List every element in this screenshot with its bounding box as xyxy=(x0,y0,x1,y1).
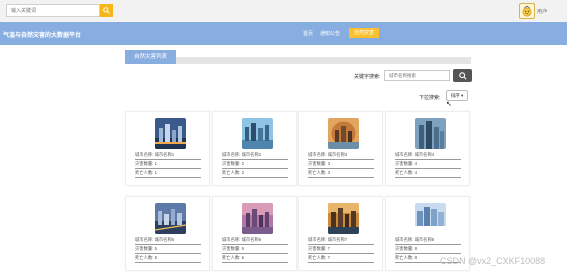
card-death-count: 死亡人数: 6 xyxy=(222,255,288,263)
search-icon xyxy=(458,71,467,80)
card-city-name: 城市名称: 城市名称6 xyxy=(222,237,288,245)
card-death-count: 死亡人数: 1 xyxy=(135,170,201,178)
user-avatar-icon xyxy=(522,5,532,17)
nav-disasters[interactable]: 自然灾害 xyxy=(349,28,379,38)
city-thumbnail xyxy=(328,203,359,234)
city-thumbnail xyxy=(415,118,446,149)
card-disaster-count: 灾害数量: 3 xyxy=(308,161,374,169)
search-button[interactable] xyxy=(100,4,113,17)
city-card[interactable]: 城市名称: 城市名称5 灾害数量: 5 死亡人数: 5 xyxy=(125,196,210,271)
site-header: 气温与自然灾害的大数据平台 首页 通知公告 自然灾害 xyxy=(0,22,567,45)
card-city-name: 城市名称: 城市名称2 xyxy=(222,152,288,160)
card-disaster-count: 灾害数量: 7 xyxy=(308,246,374,254)
city-card[interactable]: 城市名称: 城市名称3 灾害数量: 3 死亡人数: 3 xyxy=(298,111,383,186)
chevron-down-icon[interactable]: ▾ xyxy=(545,8,547,13)
nav-announcements[interactable]: 通知公告 xyxy=(320,30,340,37)
top-bar: 用户 ▾ xyxy=(0,0,567,22)
card-city-name: 城市名称: 城市名称5 xyxy=(135,237,201,245)
card-disaster-count: 灾害数量: 5 xyxy=(135,246,201,254)
city-thumbnail xyxy=(415,203,446,234)
city-card[interactable]: 城市名称: 城市名称4 灾害数量: 4 死亡人数: 4 xyxy=(385,111,470,186)
search-input[interactable] xyxy=(6,4,100,17)
sort-select-value: 排序 xyxy=(450,93,460,98)
card-disaster-count: 灾害数量: 8 xyxy=(395,246,461,254)
keyword-search-button[interactable] xyxy=(453,69,472,82)
card-city-name: 城市名称: 城市名称8 xyxy=(395,237,461,245)
section-title: 自然灾害列表 xyxy=(125,50,176,64)
card-city-name: 城市名称: 城市名称7 xyxy=(308,237,374,245)
search-icon xyxy=(103,7,110,14)
city-card[interactable]: 城市名称: 城市名称1 灾害数量: 1 死亡人数: 1 xyxy=(125,111,210,186)
card-death-count: 死亡人数: 7 xyxy=(308,255,374,263)
city-card[interactable]: 城市名称: 城市名称6 灾害数量: 6 死亡人数: 6 xyxy=(212,196,297,271)
city-thumbnail xyxy=(328,118,359,149)
card-city-name: 城市名称: 城市名称4 xyxy=(395,152,461,160)
card-disaster-count: 灾害数量: 2 xyxy=(222,161,288,169)
city-thumbnail xyxy=(155,203,186,234)
mouse-cursor-icon: ↖ xyxy=(446,101,452,108)
card-disaster-count: 灾害数量: 4 xyxy=(395,161,461,169)
card-death-count: 死亡人数: 3 xyxy=(308,170,374,178)
card-death-count: 死亡人数: 2 xyxy=(222,170,288,178)
card-death-count: 死亡人数: 4 xyxy=(395,170,461,178)
card-city-name: 城市名称: 城市名称3 xyxy=(308,152,374,160)
watermark: CSDN @vx2_CXKF10088 xyxy=(440,256,546,266)
city-thumbnail xyxy=(242,118,273,149)
card-disaster-count: 灾害数量: 1 xyxy=(135,161,201,169)
site-title: 气温与自然灾害的大数据平台 xyxy=(3,33,82,39)
city-thumbnail xyxy=(242,203,273,234)
city-thumbnail xyxy=(155,118,186,149)
user-avatar[interactable] xyxy=(519,3,535,19)
dropdown-search-label: 下拉搜索: xyxy=(419,95,441,101)
card-disaster-count: 灾害数量: 6 xyxy=(222,246,288,254)
keyword-search-label: 关键字搜索: xyxy=(354,74,381,80)
card-death-count: 死亡人数: 5 xyxy=(135,255,201,263)
section-divider xyxy=(125,57,471,64)
nav-home[interactable]: 首页 xyxy=(303,30,313,37)
keyword-search-input[interactable] xyxy=(384,70,450,81)
city-card[interactable]: 城市名称: 城市名称7 灾害数量: 7 死亡人数: 7 xyxy=(298,196,383,271)
city-card[interactable]: 城市名称: 城市名称2 灾害数量: 2 死亡人数: 2 xyxy=(212,111,297,186)
card-city-name: 城市名称: 城市名称1 xyxy=(135,152,201,160)
chevron-down-icon: ▾ xyxy=(459,93,464,98)
